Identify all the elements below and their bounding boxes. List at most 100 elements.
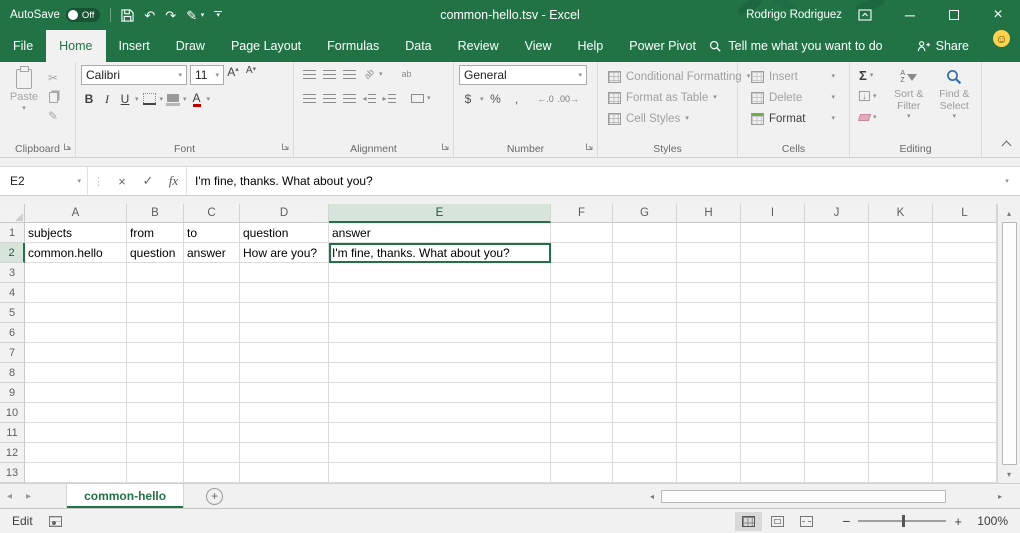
cell-F8[interactable] <box>551 363 613 383</box>
cell-H5[interactable] <box>677 303 741 323</box>
cell-B13[interactable] <box>127 463 184 483</box>
cell-C6[interactable] <box>184 323 240 343</box>
bold-button[interactable]: B <box>81 90 97 108</box>
find-select-button[interactable]: Find & Select ▾ <box>932 66 978 141</box>
cell-A9[interactable] <box>25 383 127 403</box>
cell-H1[interactable] <box>677 223 741 243</box>
cell-D10[interactable] <box>240 403 329 423</box>
cell-C4[interactable] <box>184 283 240 303</box>
cell-K9[interactable] <box>869 383 933 403</box>
paste-button[interactable]: Paste ▾ <box>5 65 43 141</box>
cell-L3[interactable] <box>933 263 997 283</box>
cell-I10[interactable] <box>741 403 805 423</box>
merge-center-button[interactable] <box>407 89 427 107</box>
name-box[interactable]: E2 ▾ <box>0 167 88 195</box>
column-header-A[interactable]: A <box>25 204 127 223</box>
cell-J3[interactable] <box>805 263 869 283</box>
cell-A5[interactable] <box>25 303 127 323</box>
row-header-7[interactable]: 7 <box>0 343 25 363</box>
cell-G12[interactable] <box>613 443 677 463</box>
cell-D7[interactable] <box>240 343 329 363</box>
cell-I5[interactable] <box>741 303 805 323</box>
cell-F7[interactable] <box>551 343 613 363</box>
cell-B11[interactable] <box>127 423 184 443</box>
cell-E7[interactable] <box>329 343 551 363</box>
cell-E5[interactable] <box>329 303 551 323</box>
cell-A7[interactable] <box>25 343 127 363</box>
vertical-scroll-thumb[interactable] <box>1002 222 1017 465</box>
cell-F3[interactable] <box>551 263 613 283</box>
macro-recording-button[interactable] <box>49 516 62 527</box>
cell-J13[interactable] <box>805 463 869 483</box>
comma-style-button[interactable]: , <box>508 90 526 108</box>
cell-E11[interactable] <box>329 423 551 443</box>
font-dialog-launcher[interactable] <box>281 140 290 154</box>
maximize-button[interactable] <box>932 0 976 30</box>
cell-H6[interactable] <box>677 323 741 343</box>
cell-D1[interactable]: question <box>240 223 329 243</box>
cell-I4[interactable] <box>741 283 805 303</box>
horizontal-scroll-track[interactable] <box>661 490 991 503</box>
row-header-3[interactable]: 3 <box>0 263 25 283</box>
cell-L12[interactable] <box>933 443 997 463</box>
cell-H9[interactable] <box>677 383 741 403</box>
cell-L9[interactable] <box>933 383 997 403</box>
tab-insert[interactable]: Insert <box>106 30 163 62</box>
row-header-13[interactable]: 13 <box>0 463 25 483</box>
cell-E4[interactable] <box>329 283 551 303</box>
cell-A1[interactable]: subjects <box>25 223 127 243</box>
cell-A4[interactable] <box>25 283 127 303</box>
cell-K5[interactable] <box>869 303 933 323</box>
collapse-ribbon-button[interactable] <box>1002 141 1012 151</box>
format-painter-button[interactable]: ✎ <box>43 108 63 124</box>
feedback-smiley-button[interactable]: ☺ <box>993 30 1010 47</box>
select-all-corner[interactable] <box>0 204 25 223</box>
quick-access-pen-button[interactable]: ✎ ▾ <box>186 9 204 22</box>
cell-D4[interactable] <box>240 283 329 303</box>
cell-K3[interactable] <box>869 263 933 283</box>
copy-button[interactable] <box>43 89 63 105</box>
cell-K2[interactable] <box>869 243 933 263</box>
decrease-decimal-button[interactable]: .00→ <box>558 90 580 108</box>
cell-F4[interactable] <box>551 283 613 303</box>
borders-button[interactable] <box>141 90 158 108</box>
cell-E8[interactable] <box>329 363 551 383</box>
cell-A6[interactable] <box>25 323 127 343</box>
cell-G2[interactable] <box>613 243 677 263</box>
cell-L13[interactable] <box>933 463 997 483</box>
cell-K6[interactable] <box>869 323 933 343</box>
tab-home[interactable]: Home <box>46 30 105 62</box>
column-header-F[interactable]: F <box>551 204 613 223</box>
insert-function-button[interactable]: fx <box>161 167 187 195</box>
cell-L7[interactable] <box>933 343 997 363</box>
cancel-entry-button[interactable]: × <box>109 167 135 195</box>
cell-F12[interactable] <box>551 443 613 463</box>
column-header-H[interactable]: H <box>677 204 741 223</box>
cell-J9[interactable] <box>805 383 869 403</box>
autosave-toggle[interactable]: AutoSave Off <box>10 8 100 22</box>
cell-H11[interactable] <box>677 423 741 443</box>
cell-B12[interactable] <box>127 443 184 463</box>
align-left-button[interactable] <box>299 89 319 107</box>
cell-L11[interactable] <box>933 423 997 443</box>
cell-L1[interactable] <box>933 223 997 243</box>
cell-J8[interactable] <box>805 363 869 383</box>
vertical-scrollbar[interactable]: ▴ ▾ <box>997 204 1020 483</box>
cell-K11[interactable] <box>869 423 933 443</box>
column-header-J[interactable]: J <box>805 204 869 223</box>
increase-decimal-button[interactable]: ←.0 <box>537 90 555 108</box>
cell-K10[interactable] <box>869 403 933 423</box>
font-name-combobox[interactable]: Calibri ▾ <box>81 65 187 85</box>
cell-I1[interactable] <box>741 223 805 243</box>
cell-C9[interactable] <box>184 383 240 403</box>
row-header-8[interactable]: 8 <box>0 363 25 383</box>
scroll-up-arrow[interactable]: ▴ <box>999 205 1019 221</box>
tab-data[interactable]: Data <box>392 30 444 62</box>
cell-E3[interactable] <box>329 263 551 283</box>
cell-K13[interactable] <box>869 463 933 483</box>
cell-B7[interactable] <box>127 343 184 363</box>
cell-C10[interactable] <box>184 403 240 423</box>
cell-D2[interactable]: How are you? <box>240 243 329 263</box>
cell-F5[interactable] <box>551 303 613 323</box>
autosave-pill[interactable]: Off <box>66 8 101 22</box>
